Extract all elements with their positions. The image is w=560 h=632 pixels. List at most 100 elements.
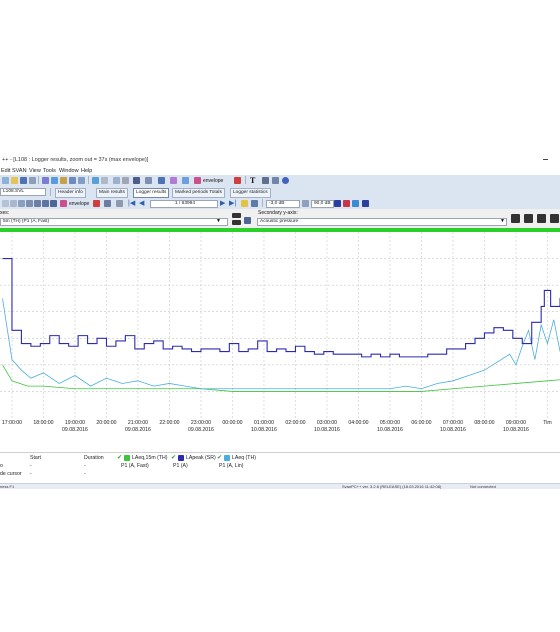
prev-icon[interactable]: ◀ [139, 199, 144, 207]
envelope-label[interactable]: envelope [203, 178, 223, 184]
legend-laeq15[interactable]: LAeq,15m (TH) [132, 455, 167, 461]
status-bar: ness F1 SvanPC++ ver. 3.2.6 (RELEASE) (1… [0, 483, 560, 489]
row2-duration: - [84, 471, 86, 477]
legend-laeq[interactable]: LAeq (TH) [232, 455, 256, 461]
connect-icon[interactable] [92, 177, 99, 184]
color-b-icon[interactable] [343, 200, 350, 207]
first-icon[interactable]: |◀ [128, 199, 135, 207]
axis-arrow-right-icon[interactable] [232, 220, 241, 225]
last-icon[interactable]: ▶| [229, 199, 236, 207]
x-tick-date: 10.08.2016 [439, 426, 466, 433]
menu-help[interactable]: Help [81, 168, 92, 174]
legend-swatch-lapeak [178, 455, 184, 461]
sync-icon[interactable] [241, 200, 248, 207]
format-icon[interactable] [262, 177, 269, 184]
menu-window[interactable]: Window [59, 168, 79, 174]
legend-swatch-laeq15 [124, 455, 130, 461]
settings-icon[interactable] [101, 177, 108, 184]
tab-logger-statistics[interactable]: Logger statistics [230, 188, 271, 198]
tool-c-icon[interactable] [18, 200, 25, 207]
tab-main-results[interactable]: Main results [96, 188, 128, 198]
status-connection: Not connected [470, 484, 496, 489]
chart-icon[interactable] [133, 177, 140, 184]
series-line-laeq-15m-th-[interactable] [2, 364, 560, 392]
envelope-icon [194, 177, 201, 184]
x-tick-date: 10.08.2016 [376, 426, 403, 433]
tool-g-icon[interactable] [50, 200, 57, 207]
check-icon[interactable]: ✔ [171, 454, 176, 461]
status-version: SvanPC++ ver. 3.2.6 (RELEASE) (18.03.201… [342, 484, 442, 489]
tab-marked-periods-totals[interactable]: Marked periods Totals [172, 188, 225, 198]
scale-icon[interactable] [251, 200, 258, 207]
save-icon[interactable] [20, 177, 27, 184]
check-icon[interactable]: ✔ [217, 454, 222, 461]
table-icon[interactable] [145, 177, 152, 184]
tab-logger-results[interactable]: Logger results [133, 188, 170, 198]
next-icon[interactable]: ▶ [220, 199, 225, 207]
duration-header: Duration [84, 455, 104, 461]
color-a-icon[interactable] [334, 200, 341, 207]
zoom-small-icon[interactable] [93, 200, 100, 207]
axis-swap-icon[interactable] [244, 217, 251, 224]
row1-prefix: o [0, 463, 3, 469]
db-low-field[interactable]: -3,0 dB [266, 200, 300, 208]
pen-icon[interactable] [182, 177, 189, 184]
paste-icon[interactable] [60, 177, 67, 184]
secondary-axis-select[interactable]: Acoustic pressure [257, 218, 507, 226]
primary-dropdown-icon[interactable]: ▼ [216, 218, 221, 224]
db-high-field[interactable]: 90,0 dB [311, 200, 334, 208]
color-c-icon[interactable] [352, 200, 359, 207]
tools-icon[interactable] [122, 177, 129, 184]
open-icon[interactable] [11, 177, 18, 184]
minimize-button[interactable] [543, 159, 548, 160]
row1-p1-a: P1 (A) [173, 463, 188, 469]
forward-button[interactable] [550, 214, 559, 223]
redo-icon[interactable] [78, 177, 85, 184]
secondary-dropdown-icon[interactable]: ▼ [500, 218, 505, 224]
chart-svg[interactable] [0, 232, 560, 418]
axis-arrow-left-icon[interactable] [232, 213, 241, 218]
check-icon[interactable]: ✔ [117, 454, 122, 461]
status-left: ness F1 [0, 484, 15, 489]
rewind-button[interactable] [537, 214, 546, 223]
undo-icon[interactable] [69, 177, 76, 184]
file-select[interactable]: L108.SVL [0, 188, 46, 196]
position-field[interactable]: 1 / 63994 [150, 200, 218, 208]
new-icon[interactable] [2, 177, 9, 184]
legend-lapeak[interactable]: LApeak (SR) [186, 455, 216, 461]
cut-icon[interactable] [42, 177, 49, 184]
series-line-lapeak-sr-[interactable] [2, 258, 560, 358]
logger-chart[interactable] [0, 232, 560, 418]
primary-axis-select[interactable]: 5m (TH) (P1 (A, Fast) [0, 218, 228, 226]
text-tool-icon[interactable]: T [250, 176, 255, 185]
color-d-icon[interactable] [362, 200, 369, 207]
tab-header-info[interactable]: Header info [55, 188, 86, 198]
layout-icon[interactable] [272, 177, 279, 184]
settings-small-icon[interactable] [116, 200, 123, 207]
envelope-label-2[interactable]: envelope [69, 201, 89, 207]
menu-svan[interactable]: SVAN [12, 168, 27, 174]
tool-a-icon[interactable] [2, 200, 9, 207]
calc-icon[interactable] [158, 177, 165, 184]
legend-swatch-laeq [224, 455, 230, 461]
primary-axis-label: xes: [0, 210, 10, 216]
stop-button[interactable] [524, 214, 533, 223]
tool-b-icon[interactable] [10, 200, 17, 207]
range-icon[interactable] [302, 200, 309, 207]
print-icon[interactable] [29, 177, 36, 184]
marker-icon[interactable] [170, 177, 177, 184]
download-icon[interactable] [113, 177, 120, 184]
menu-edit[interactable]: Edit [1, 168, 10, 174]
menu-view[interactable]: View [29, 168, 41, 174]
tool-e-icon[interactable] [34, 200, 41, 207]
copy-icon[interactable] [51, 177, 58, 184]
menu-tools[interactable]: Tools [43, 168, 56, 174]
help-icon[interactable] [282, 177, 289, 184]
cursor-icon[interactable] [104, 200, 111, 207]
row2-label: de cursor [0, 471, 22, 477]
tool-d-icon[interactable] [26, 200, 33, 207]
envelope-small-icon [60, 200, 67, 207]
play-button[interactable] [511, 214, 520, 223]
tool-f-icon[interactable] [42, 200, 49, 207]
zoom-icon[interactable] [234, 177, 241, 184]
